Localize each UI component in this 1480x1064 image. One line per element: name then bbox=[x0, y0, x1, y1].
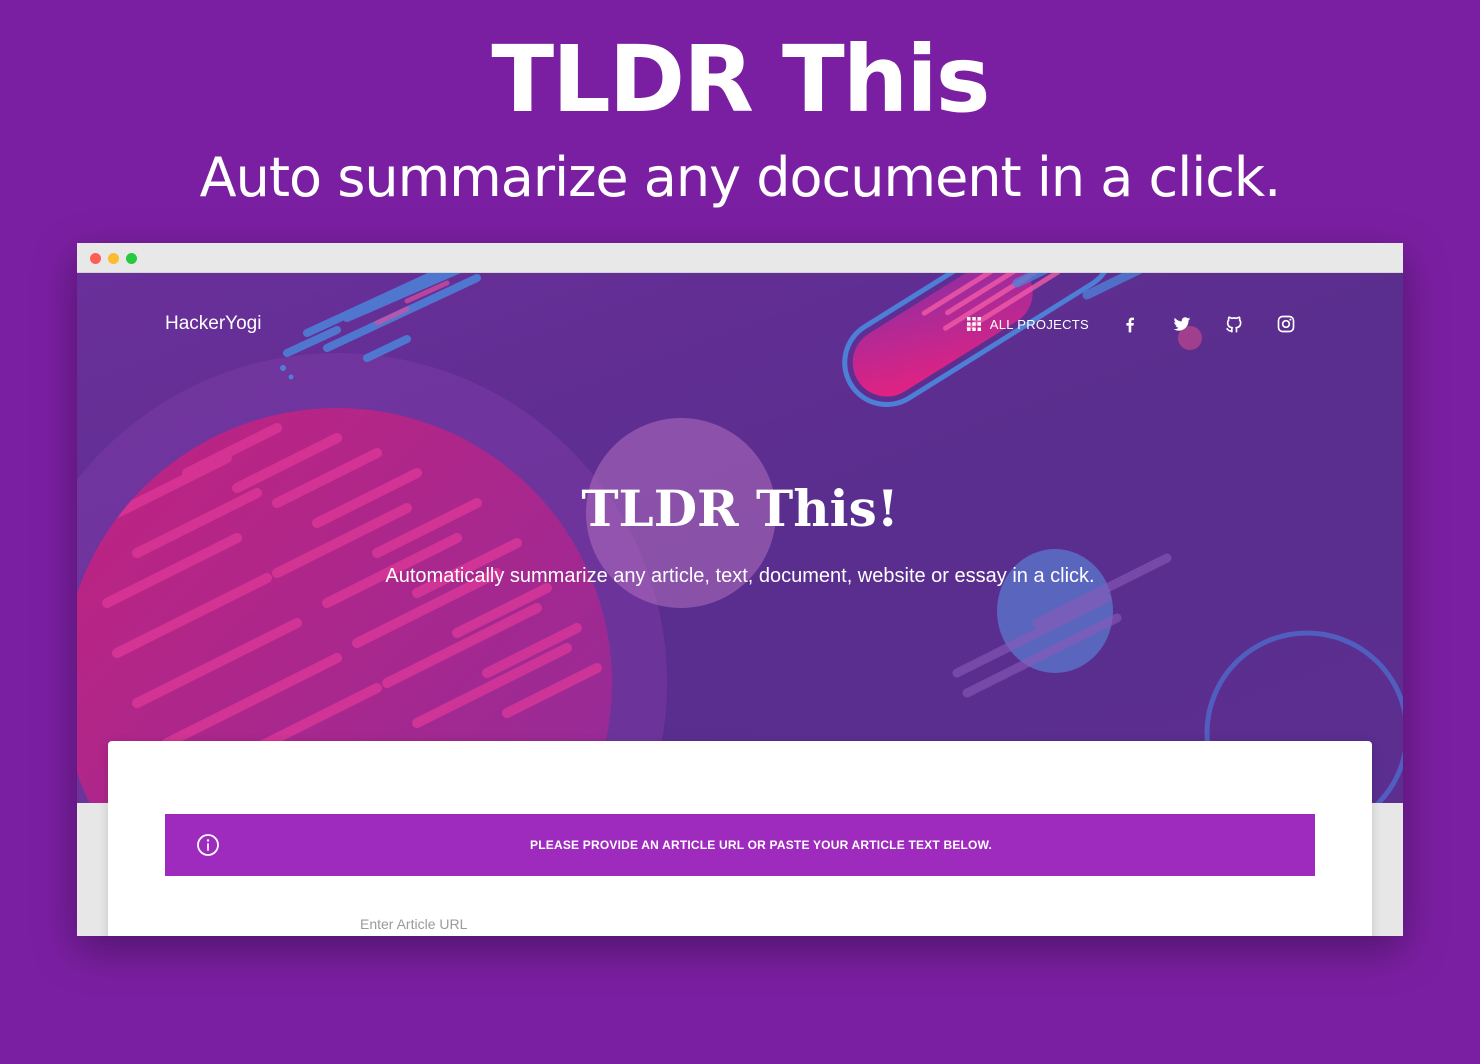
maximize-window-button[interactable] bbox=[126, 253, 137, 264]
window-titlebar bbox=[77, 243, 1403, 273]
twitter-icon[interactable] bbox=[1171, 313, 1193, 335]
hero-description: Automatically summarize any article, tex… bbox=[385, 565, 1095, 587]
minimize-window-button[interactable] bbox=[108, 253, 119, 264]
summarize-card: PLEASE PROVIDE AN ARTICLE URL OR PASTE Y… bbox=[108, 741, 1372, 936]
brand-logo[interactable]: HackerYogi bbox=[165, 313, 261, 335]
facebook-icon[interactable] bbox=[1119, 313, 1141, 335]
hero-title: TLDR This! bbox=[581, 479, 899, 538]
all-projects-label: ALL PROJECTS bbox=[989, 316, 1089, 332]
promo-subtitle: Auto summarize any document in a click. bbox=[199, 146, 1282, 209]
hero-background-art bbox=[77, 273, 1403, 803]
info-icon bbox=[197, 834, 219, 856]
instagram-icon[interactable] bbox=[1275, 313, 1297, 335]
browser-window: HackerYogi ALL PROJECTS TLDR This! Autom… bbox=[77, 243, 1403, 936]
info-alert: PLEASE PROVIDE AN ARTICLE URL OR PASTE Y… bbox=[165, 814, 1315, 876]
top-nav: ALL PROJECTS bbox=[966, 313, 1297, 335]
all-projects-link[interactable]: ALL PROJECTS bbox=[966, 316, 1089, 332]
close-window-button[interactable] bbox=[90, 253, 101, 264]
apps-grid-icon bbox=[966, 317, 981, 331]
alert-message: PLEASE PROVIDE AN ARTICLE URL OR PASTE Y… bbox=[530, 838, 992, 852]
article-url-input[interactable] bbox=[360, 909, 1060, 936]
hero-section: HackerYogi ALL PROJECTS TLDR This! Autom… bbox=[77, 273, 1403, 803]
promo-title: TLDR This bbox=[491, 26, 990, 133]
github-icon[interactable] bbox=[1223, 313, 1245, 335]
